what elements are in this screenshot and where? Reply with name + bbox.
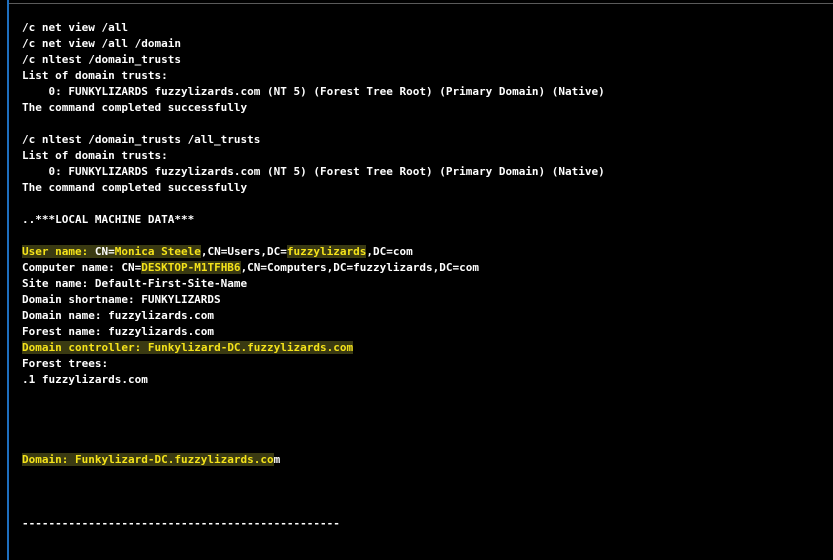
console-text: ,DC=com — [366, 245, 413, 258]
highlighted-text — [141, 341, 148, 354]
console-line: Domain name: fuzzylizards.com — [22, 308, 823, 324]
console-text: /c net view /all /domain — [22, 37, 181, 50]
console-line: Computer name: CN=DESKTOP-M1TFHB6,CN=Com… — [22, 260, 823, 276]
console-text: ----------------------------------------… — [22, 517, 340, 530]
highlighted-text: fuzzylizards — [286, 245, 367, 258]
console-text: Forest name: fuzzylizards.com — [22, 325, 215, 338]
console-text: Forest trees: — [22, 357, 109, 370]
console-text: ,CN=Users,DC= — [200, 245, 287, 258]
console-line: /c net view /all /domain — [22, 36, 823, 52]
console-text: ..***LOCAL MACHINE DATA*** — [22, 213, 195, 226]
highlighted-text: Domain controller: — [22, 341, 142, 354]
highlighted-text: DESKTOP-M1TFHB6 — [141, 261, 241, 274]
highlighted-text: Domain: Funkylizard-DC.fuzzylizards.co — [22, 453, 274, 466]
console-text: ,CN=Computers,DC=fuzzylizards,DC=com — [240, 261, 479, 274]
console-line: /c nltest /domain_trusts /all_trusts — [22, 132, 823, 148]
console-line: .1 fuzzylizards.com — [22, 372, 823, 388]
console-line: User name: CN=Monica Steele,CN=Users,DC=… — [22, 244, 823, 260]
console-line: /c net view /all — [22, 20, 823, 36]
console-line: The command completed successfully — [22, 100, 823, 116]
console-text: Domain shortname: FUNKYLIZARDS — [22, 293, 221, 306]
console-line: Site name: Default-First-Site-Name — [22, 276, 823, 292]
console-line: Domain: Funkylizard-DC.fuzzylizards.com — [22, 452, 823, 468]
highlighted-text: Funkylizard-DC.fuzzylizards.com — [147, 341, 354, 354]
console-line: Domain shortname: FUNKYLIZARDS — [22, 292, 823, 308]
console-line: 0: FUNKYLIZARDS fuzzylizards.com (NT 5) … — [22, 164, 823, 180]
console-line: ..***LOCAL MACHINE DATA*** — [22, 212, 823, 228]
console-line: 0: FUNKYLIZARDS fuzzylizards.com (NT 5) … — [22, 84, 823, 100]
console-left-accent-bar — [7, 0, 9, 560]
console-text: The command completed successfully — [22, 101, 248, 114]
console-text: .1 fuzzylizards.com — [22, 373, 148, 386]
console-text: List of domain trusts: — [22, 69, 168, 82]
console-text: Domain name: fuzzylizards.com — [22, 309, 215, 322]
console-text: 0: FUNKYLIZARDS fuzzylizards.com (NT 5) … — [22, 85, 605, 98]
console-line: ----------------------------------------… — [22, 516, 823, 532]
console-line: Domain controller: Funkylizard-DC.fuzzyl… — [22, 340, 823, 356]
highlighted-text: Monica Steele — [114, 245, 201, 258]
console-text: m — [273, 453, 281, 466]
console-text: List of domain trusts: — [22, 149, 168, 162]
console-text: 0: FUNKYLIZARDS fuzzylizards.com (NT 5) … — [22, 165, 605, 178]
highlighted-text: User name: — [22, 245, 89, 258]
console-line: List of domain trusts: — [22, 68, 823, 84]
console-line: The command completed successfully — [22, 180, 823, 196]
console-text: Site name: Default-First-Site-Name — [22, 277, 248, 290]
console-text: The command completed successfully — [22, 181, 248, 194]
console-text: /c net view /all — [22, 21, 128, 34]
console-top-border — [8, 3, 833, 4]
console-line: Forest trees: — [22, 356, 823, 372]
console-text: /c nltest /domain_trusts — [22, 53, 181, 66]
console-text: Computer name: CN= — [22, 261, 142, 274]
console-line: /c nltest /domain_trusts — [22, 52, 823, 68]
console-line: Forest name: fuzzylizards.com — [22, 324, 823, 340]
console-line: List of domain trusts: — [22, 148, 823, 164]
console-text: /c nltest /domain_trusts /all_trusts — [22, 133, 261, 146]
highlighted-text: CN= — [88, 245, 115, 258]
console-output: /c net view /all/c net view /all /domain… — [22, 20, 823, 532]
